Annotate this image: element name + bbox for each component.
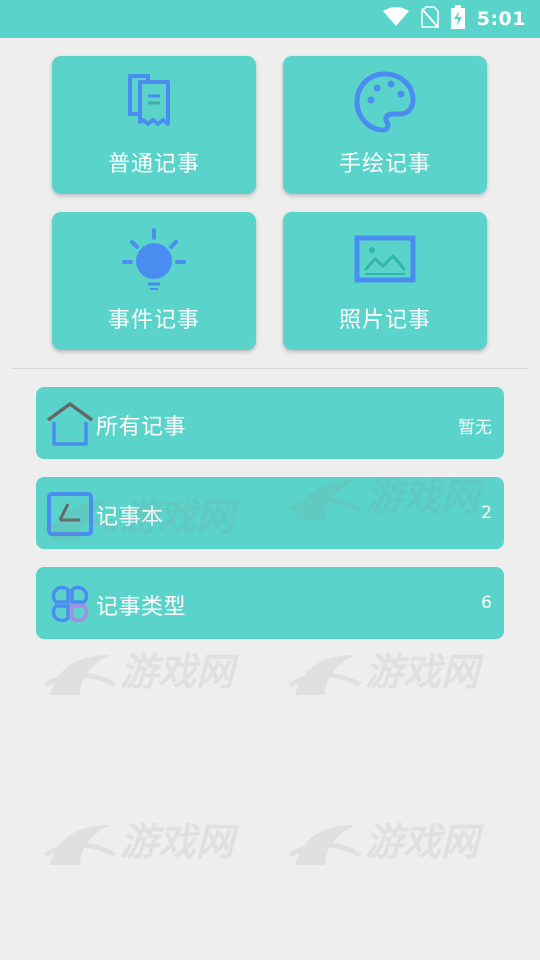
svg-text:游戏网: 游戏网 (365, 820, 484, 864)
list-item-all-notes[interactable]: 所有记事 暂无 (36, 387, 504, 459)
list-item-count: 6 (481, 593, 492, 613)
list-item-label: 记事类型 (96, 595, 187, 620)
watermark: 游戏网 (40, 795, 250, 889)
battery-charging-icon (450, 5, 465, 33)
status-icons: 5:01 (382, 5, 526, 33)
watermark: 游戏网 (40, 625, 250, 719)
list-item-label: 所有记事 (96, 415, 187, 440)
no-sim-icon (420, 6, 439, 32)
note-stack-icon (122, 70, 186, 134)
svg-text:游戏网: 游戏网 (120, 650, 239, 694)
lightbulb-icon (122, 226, 186, 290)
palette-icon (353, 70, 417, 134)
list-item-notebook[interactable]: 记事本 2 (36, 477, 504, 549)
list-item-count: 暂无 (458, 418, 492, 438)
picture-icon (353, 226, 417, 290)
home-icon (46, 400, 94, 448)
notebook-icon (46, 490, 94, 538)
card-label: 手绘记事 (338, 152, 431, 177)
svg-text:游戏网: 游戏网 (365, 650, 484, 694)
status-bar: 5:01 (0, 0, 540, 38)
card-photo-note[interactable]: 照片记事 (283, 212, 487, 350)
card-label: 事件记事 (107, 308, 200, 333)
list-item-label: 记事本 (96, 505, 164, 530)
card-label: 照片记事 (338, 308, 431, 333)
card-drawing-note[interactable]: 手绘记事 (283, 56, 487, 194)
svg-text:游戏网: 游戏网 (120, 820, 239, 864)
watermark: 游戏网 (285, 795, 495, 889)
card-label: 普通记事 (107, 152, 200, 177)
wifi-icon (382, 7, 409, 31)
watermark: 游戏网 (285, 625, 495, 719)
category-grid-icon (46, 580, 94, 628)
status-time: 5:01 (476, 8, 526, 30)
list-item-count: 2 (481, 503, 492, 523)
card-normal-note[interactable]: 普通记事 (52, 56, 256, 194)
list-item-note-types[interactable]: 记事类型 6 (36, 567, 504, 639)
card-event-note[interactable]: 事件记事 (52, 212, 256, 350)
divider (12, 368, 528, 369)
